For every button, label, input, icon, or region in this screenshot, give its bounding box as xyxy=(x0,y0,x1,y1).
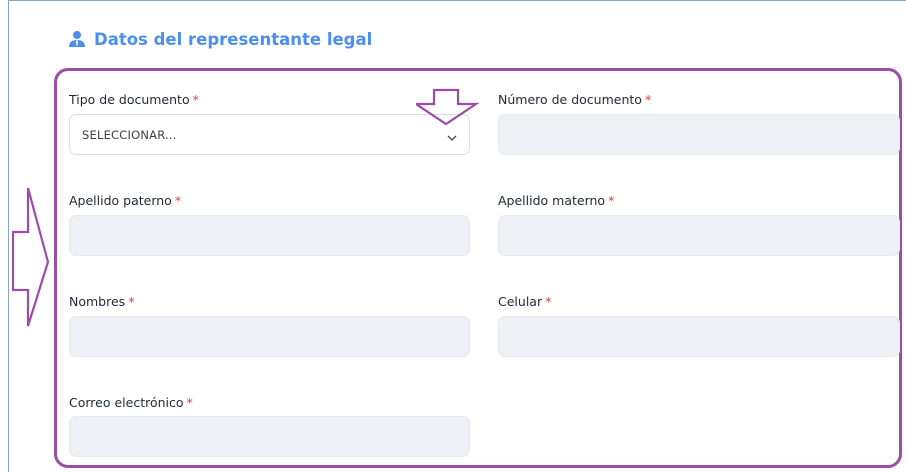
apellido-paterno-input[interactable] xyxy=(69,215,470,256)
user-icon xyxy=(68,30,86,48)
nombres-input[interactable] xyxy=(69,316,470,357)
correo-input[interactable] xyxy=(69,416,470,457)
apellido-paterno-label: Apellido paterno * xyxy=(69,193,182,208)
down-arrow-annotation-icon xyxy=(416,88,480,126)
numero-documento-label: Número de documento * xyxy=(498,92,652,107)
apellido-materno-input[interactable] xyxy=(498,215,900,256)
section-title: Datos del representante legal xyxy=(94,29,373,49)
celular-label: Celular * xyxy=(498,294,552,309)
numero-documento-input[interactable] xyxy=(498,114,900,155)
right-arrow-annotation-icon xyxy=(11,187,50,327)
apellido-materno-label: Apellido materno * xyxy=(498,193,615,208)
tipo-documento-label: Tipo de documento * xyxy=(69,92,199,107)
tipo-documento-value: SELECCIONAR... xyxy=(82,127,177,142)
chevron-down-icon[interactable] xyxy=(447,131,457,145)
correo-label: Correo electrónico * xyxy=(69,395,193,410)
tipo-documento-select[interactable]: SELECCIONAR... xyxy=(69,114,470,155)
celular-input[interactable] xyxy=(498,316,900,357)
nombres-label: Nombres * xyxy=(69,294,135,309)
section-header: Datos del representante legal xyxy=(68,28,372,50)
